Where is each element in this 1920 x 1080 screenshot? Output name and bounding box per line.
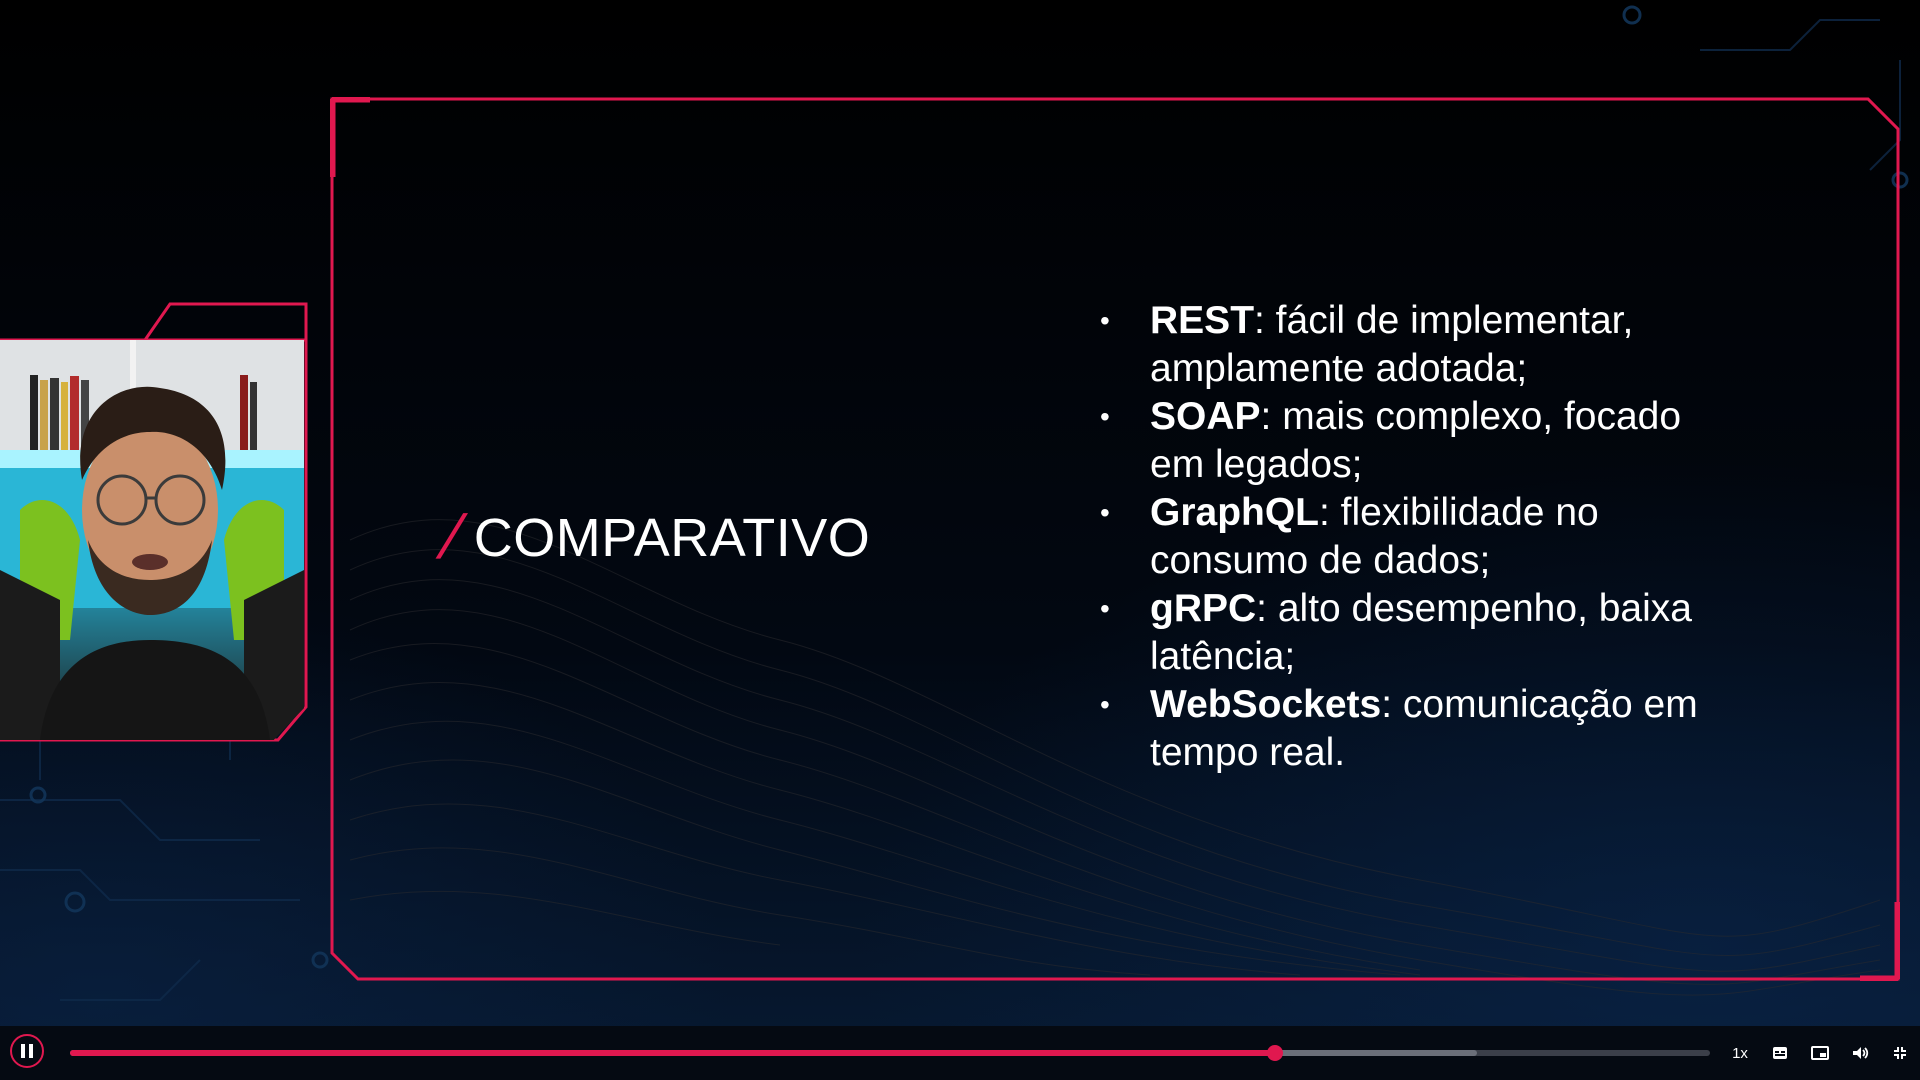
bullet-dot: • xyxy=(1100,593,1110,624)
item-text: : alto desempenho, baixa xyxy=(1256,587,1692,630)
pause-icon-bar xyxy=(29,1044,33,1058)
volume-icon xyxy=(1853,1047,1869,1059)
player-controls: 1x xyxy=(0,1026,1920,1080)
item-term: SOAP xyxy=(1150,395,1261,438)
playback-speed-button[interactable]: 1x xyxy=(1728,1040,1752,1066)
captions-icon xyxy=(1773,1047,1787,1059)
item-text: : comunicação em xyxy=(1381,683,1698,726)
bullet-dot: • xyxy=(1100,305,1110,336)
slide-title: / COMPARATIVO xyxy=(437,502,871,573)
item-text: : fácil de implementar, xyxy=(1254,299,1634,342)
list-item: • gRPC: alto desempenho, baixa latência; xyxy=(1100,585,1840,681)
pause-icon xyxy=(21,1044,25,1058)
item-text-continued: consumo de dados; xyxy=(1150,539,1491,582)
presentation-slide: / COMPARATIVO • REST: fácil de implement… xyxy=(330,97,1900,981)
video-stage: / COMPARATIVO • REST: fácil de implement… xyxy=(0,0,1920,1080)
webcam-overlay xyxy=(0,302,310,742)
item-text-continued: latência; xyxy=(1150,635,1296,678)
bullet-dot: • xyxy=(1100,497,1110,528)
pause-button[interactable] xyxy=(10,1034,44,1068)
played-bar xyxy=(70,1050,1276,1056)
item-text-continued: em legados; xyxy=(1150,443,1363,486)
list-item: • GraphQL: flexibilidade no consumo de d… xyxy=(1100,489,1840,585)
item-text-continued: tempo real. xyxy=(1150,731,1346,774)
item-term: WebSockets xyxy=(1150,683,1382,726)
bullet-dot: • xyxy=(1100,401,1110,432)
item-term: GraphQL xyxy=(1150,491,1320,534)
item-text: : flexibilidade no xyxy=(1319,491,1599,534)
presenter-video xyxy=(0,340,304,740)
captions-button[interactable] xyxy=(1768,1040,1792,1066)
list-item: • SOAP: mais complexo, focado em legados… xyxy=(1100,393,1840,489)
presenter-image xyxy=(0,340,304,740)
bullet-dot: • xyxy=(1100,689,1110,720)
exit-fullscreen-button[interactable] xyxy=(1888,1040,1912,1066)
list-item: • REST: fácil de implementar, amplamente… xyxy=(1100,297,1840,393)
comparison-list: • REST: fácil de implementar, amplamente… xyxy=(1100,297,1840,777)
title-text: COMPARATIVO xyxy=(473,507,871,568)
item-term: gRPC xyxy=(1150,587,1257,630)
picture-in-picture-icon xyxy=(1811,1046,1829,1060)
progress-bar[interactable] xyxy=(70,1045,1710,1061)
item-text-continued: amplamente adotada; xyxy=(1150,347,1528,390)
seek-handle[interactable] xyxy=(1267,1045,1284,1061)
item-text: : mais complexo, focado xyxy=(1260,395,1682,438)
volume-button[interactable] xyxy=(1848,1040,1872,1066)
picture-in-picture-button[interactable] xyxy=(1808,1040,1832,1066)
title-slash: / xyxy=(437,503,465,572)
list-item: • WebSockets: comunicação em tempo real. xyxy=(1100,681,1840,777)
exit-fullscreen-icon xyxy=(1894,1047,1906,1059)
item-term: REST xyxy=(1150,299,1255,342)
